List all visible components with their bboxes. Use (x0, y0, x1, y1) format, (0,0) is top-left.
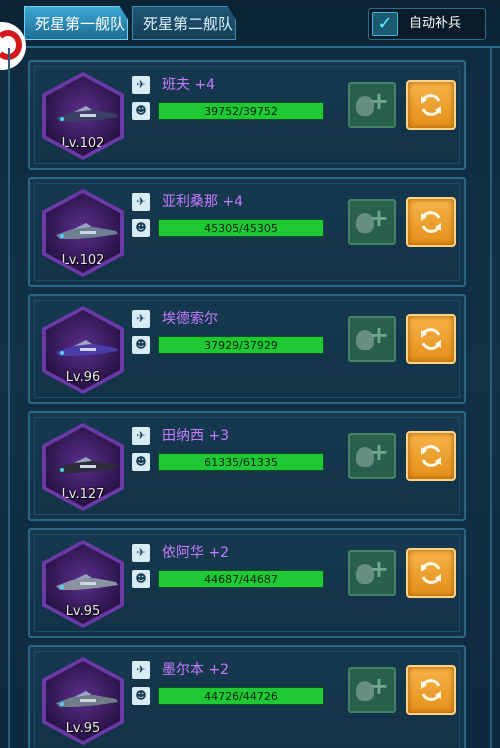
plus-icon: + (368, 87, 389, 115)
plus-icon: + (368, 321, 389, 349)
hp-text: 39752/39752 (204, 105, 278, 118)
refresh-icon (421, 328, 441, 350)
swap-ship-button[interactable] (406, 314, 456, 364)
ship-portrait[interactable]: Lv.96 (42, 306, 124, 394)
cruiser-icon: ✈ (132, 427, 150, 445)
fighter-icon: ✈ (132, 76, 150, 94)
swap-ship-button[interactable] (406, 197, 456, 247)
refresh-icon (421, 679, 441, 701)
add-crew-button[interactable]: + (348, 550, 396, 596)
ship-icon (56, 223, 118, 239)
ship-level: Lv.127 (61, 487, 105, 502)
plus-icon: + (368, 672, 389, 700)
hp-bar: 45305/45305 (158, 219, 324, 237)
hp-bar: 39752/39752 (158, 102, 324, 120)
refresh-icon (421, 211, 441, 233)
ship-level: Lv.96 (65, 370, 101, 385)
swap-ship-button[interactable] (406, 665, 456, 715)
ship-icon (56, 691, 118, 707)
ship-icon (56, 340, 118, 356)
frigate-icon: ✈ (132, 310, 150, 328)
hp-bar: 37929/37929 (158, 336, 324, 354)
auto-replenish-toggle[interactable]: ✓ 自动补兵 (368, 8, 486, 40)
ship-level: Lv.102 (61, 253, 105, 268)
crew-icon: ☻ (132, 102, 150, 120)
plus-icon: + (368, 555, 389, 583)
hp-text: 45305/45305 (204, 222, 278, 235)
ship-icon (56, 106, 118, 122)
ship-portrait[interactable]: Lv.95 (42, 657, 124, 745)
hp-bar: 61335/61335 (158, 453, 324, 471)
ship-card-6: Lv.95 ✈ ☻ 墨尔本 +2 44726/44726 + (28, 645, 466, 748)
hp-bar: 44726/44726 (158, 687, 324, 705)
hp-bar: 44687/44687 (158, 570, 324, 588)
ship-portrait[interactable]: Lv.95 (42, 540, 124, 628)
ship-portrait[interactable]: Lv.102 (42, 189, 124, 277)
checkmark-icon: ✓ (372, 12, 398, 36)
ship-level: Lv.102 (61, 136, 105, 151)
plus-icon: + (368, 438, 389, 466)
ship-level: Lv.95 (65, 721, 101, 736)
ship-name: 班夫 +4 (162, 77, 216, 93)
tab-fleet-2[interactable]: 死星第二舰队 (132, 6, 236, 40)
add-crew-button[interactable]: + (348, 433, 396, 479)
ship-icon (56, 457, 118, 473)
ship-portrait[interactable]: Lv.102 (42, 72, 124, 160)
destroyer-icon: ✈ (132, 193, 150, 211)
refresh-icon (421, 445, 441, 467)
swap-ship-button[interactable] (406, 548, 456, 598)
ship-name: 埃德索尔 (162, 311, 218, 327)
ship-card-1: Lv.102 ✈ ☻ 班夫 +4 39752/39752 + (28, 60, 466, 170)
ship-card-5: Lv.95 ✈ ☻ 依阿华 +2 44687/44687 + (28, 528, 466, 638)
auto-replenish-label: 自动补兵 (409, 16, 462, 31)
ship-name: 墨尔本 +2 (162, 662, 230, 678)
plus-icon: + (368, 204, 389, 232)
ship-portrait[interactable]: Lv.127 (42, 423, 124, 511)
crew-icon: ☻ (132, 219, 150, 237)
hp-text: 37929/37929 (204, 339, 278, 352)
tab-fleet-1[interactable]: 死星第一舰队 (24, 6, 128, 40)
hp-text: 61335/61335 (204, 456, 278, 469)
carrier-icon: ✈ (132, 661, 150, 679)
refresh-icon (421, 562, 441, 584)
crew-icon: ☻ (132, 336, 150, 354)
ship-card-4: Lv.127 ✈ ☻ 田纳西 +3 61335/61335 + (28, 411, 466, 521)
ship-name: 田纳西 +3 (162, 428, 230, 444)
add-crew-button[interactable]: + (348, 199, 396, 245)
ship-card-3: Lv.96 ✈ ☻ 埃德索尔 37929/37929 + (28, 294, 466, 404)
swap-ship-button[interactable] (406, 431, 456, 481)
ship-name: 依阿华 +2 (162, 545, 230, 561)
crew-icon: ☻ (132, 687, 150, 705)
crew-icon: ☻ (132, 570, 150, 588)
add-crew-button[interactable]: + (348, 82, 396, 128)
ship-icon (56, 574, 118, 590)
hp-text: 44726/44726 (204, 690, 278, 703)
refresh-icon (421, 94, 441, 116)
ship-level: Lv.95 (65, 604, 101, 619)
cruiser-icon: ✈ (132, 544, 150, 562)
swap-ship-button[interactable] (406, 80, 456, 130)
add-crew-button[interactable]: + (348, 316, 396, 362)
top-bar: 死星第一舰队 死星第二舰队 ✓ 自动补兵 (0, 0, 500, 48)
ship-name: 亚利桑那 +4 (162, 194, 244, 210)
ship-card-2: Lv.102 ✈ ☻ 亚利桑那 +4 45305/45305 + (28, 177, 466, 287)
hp-text: 44687/44687 (204, 573, 278, 586)
crew-icon: ☻ (132, 453, 150, 471)
add-crew-button[interactable]: + (348, 667, 396, 713)
